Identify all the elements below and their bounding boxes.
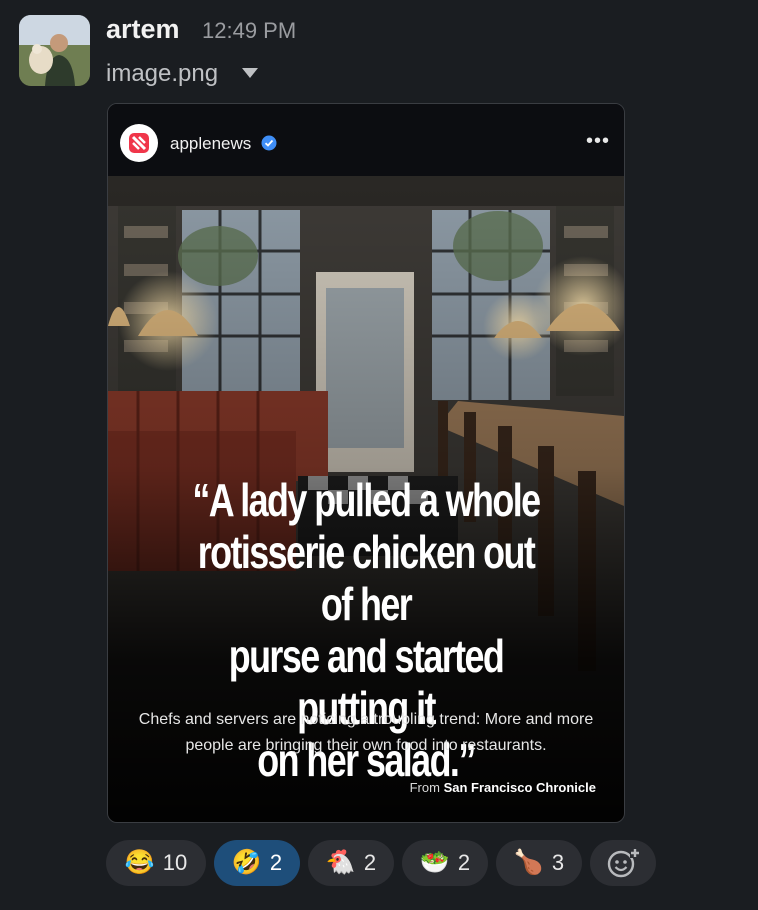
message-author[interactable]: artem (106, 14, 180, 45)
reaction-joy[interactable]: 😂 10 (106, 840, 206, 886)
add-reaction-icon (607, 848, 640, 878)
reaction-count: 3 (551, 850, 565, 875)
post-source: From San Francisco Chronicle (410, 780, 596, 795)
post-account-name: applenews (170, 134, 252, 153)
avatar[interactable] (19, 15, 90, 86)
rofl-emoji-icon: 🤣 (231, 849, 262, 876)
reaction-chicken[interactable]: 🐔 2 (308, 840, 394, 886)
verified-badge-icon (261, 135, 277, 151)
post-subtitle: Chefs and servers are noticing a troubli… (138, 711, 594, 754)
reaction-count: 2 (363, 850, 377, 875)
reaction-salad[interactable]: 🥗 2 (402, 840, 488, 886)
source-prefix: From (409, 780, 440, 795)
chevron-down-icon[interactable] (240, 66, 260, 80)
post-header: applenews ••• (108, 104, 624, 176)
attachment-filename[interactable]: image.png (106, 60, 218, 88)
chicken-emoji-icon: 🐔 (325, 849, 356, 876)
reaction-rofl[interactable]: 🤣 2 (214, 840, 300, 886)
reaction-drumstick[interactable]: 🍗 3 (496, 840, 582, 886)
reaction-count: 10 (162, 850, 188, 875)
reaction-count: 2 (457, 850, 471, 875)
more-options-icon[interactable]: ••• (586, 130, 610, 153)
salad-emoji-icon: 🥗 (419, 849, 450, 876)
add-reaction-button[interactable] (590, 840, 656, 886)
source-name: San Francisco Chronicle (443, 780, 596, 795)
apple-news-logo-icon (120, 124, 158, 162)
joy-emoji-icon: 😂 (124, 849, 155, 876)
avatar-photo (19, 15, 90, 86)
image-attachment[interactable]: applenews ••• “A lady pulled a whole rot… (107, 103, 625, 823)
drumstick-emoji-icon: 🍗 (513, 849, 544, 876)
reaction-count: 2 (269, 850, 283, 875)
message-timestamp[interactable]: 12:49 PM (202, 18, 296, 44)
